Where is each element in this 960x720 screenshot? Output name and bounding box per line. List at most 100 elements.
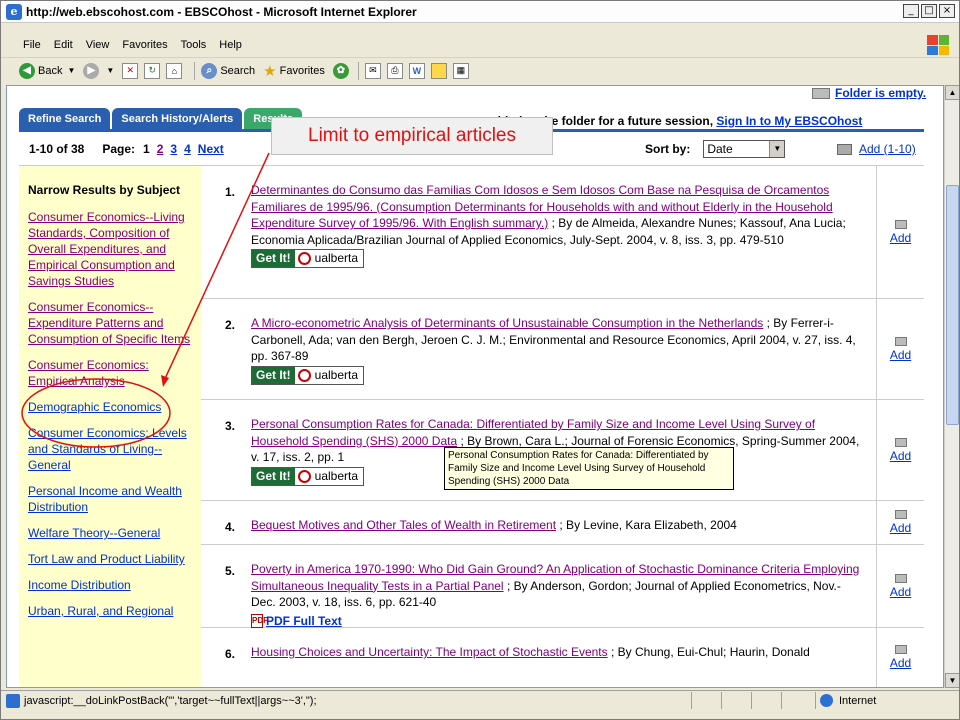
subject-link[interactable]: Tort Law and Product Liability [28, 551, 192, 567]
search-button[interactable]: ⌕ Search [201, 62, 255, 79]
folder-icon[interactable] [430, 62, 447, 79]
result-title-link[interactable]: Bequest Motives and Other Tales of Wealt… [251, 518, 556, 532]
add-to-folder-link[interactable]: Add [890, 585, 911, 599]
favorites-button[interactable]: ★ Favorites [263, 62, 325, 80]
get-it-label: Get It! [252, 250, 295, 267]
results-list: 1. Determinantes do Consumo das Familias … [201, 166, 924, 687]
result-range: 1-10 of 38 [29, 141, 85, 156]
next-page-link[interactable]: Next [198, 142, 224, 156]
back-label: Back [38, 64, 63, 77]
result-body: Bequest Motives and Other Tales of Wealt… [251, 501, 876, 544]
back-dropdown-icon[interactable]: ▼ [67, 66, 75, 75]
add-column: Add [876, 299, 924, 399]
page-1: 1 [143, 141, 150, 156]
scroll-up-icon[interactable]: ▲ [945, 85, 959, 100]
get-it-button[interactable]: Get It! ualberta [251, 249, 365, 268]
folder-icon [894, 336, 907, 346]
page-3-link[interactable]: 3 [170, 142, 177, 156]
add-to-folder-link[interactable]: Add [890, 521, 911, 535]
result-body: A Micro-econometric Analysis of Determin… [251, 299, 876, 399]
refresh-icon[interactable]: ↻ [144, 62, 161, 79]
menu-tools[interactable]: Tools [181, 39, 207, 51]
folder-icon [837, 143, 852, 155]
menu-file[interactable]: File [23, 39, 41, 51]
sort-select[interactable]: Date ▼ [703, 140, 786, 158]
result-body: Housing Choices and Uncertainty: The Imp… [251, 628, 876, 687]
result-row: 4. Bequest Motives and Other Tales of Wea… [201, 501, 924, 545]
subject-link[interactable]: Personal Income and Wealth Distribution [28, 483, 192, 515]
get-it-button[interactable]: Get It! ualberta [251, 466, 365, 486]
vertical-scrollbar[interactable]: ▲ ▼ [944, 85, 959, 688]
result-number: 3. [225, 419, 236, 433]
tab-search-history[interactable]: Search History/Alerts [112, 108, 243, 130]
back-button[interactable]: ◀ Back ▼ [19, 62, 75, 79]
scroll-down-icon[interactable]: ▼ [945, 673, 959, 688]
subject-link[interactable]: Welfare Theory--General [28, 525, 192, 541]
subject-link[interactable]: Consumer Economics: Empirical Analysis [28, 357, 192, 389]
chevron-down-icon[interactable]: ▼ [769, 141, 785, 157]
tab-refine-search[interactable]: Refine Search [19, 108, 111, 130]
ualberta-label: ualberta [294, 467, 364, 485]
browser-window: e http://web.ebscohost.com - EBSCOhost -… [0, 0, 960, 720]
stop-icon[interactable]: ✕ [122, 62, 139, 79]
status-text: javascript:__doLinkPostBack("','target~~… [24, 694, 317, 707]
folder-empty-link[interactable]: Folder is empty. [835, 86, 926, 100]
get-it-label: Get It! [252, 467, 295, 485]
page-label: Page: [102, 141, 136, 156]
page-viewport: Folder is empty. Refine Search Search Hi… [6, 85, 944, 688]
sign-in-link[interactable]: Sign In to My EBSCOhost [716, 114, 862, 128]
back-arrow-icon: ◀ [19, 62, 35, 79]
menu-help[interactable]: Help [219, 39, 242, 51]
sort-value: Date [707, 142, 733, 156]
edit-word-icon[interactable]: W [408, 62, 425, 79]
menu-favorites[interactable]: Favorites [122, 39, 167, 51]
sort-control: Sort by: Date ▼ [645, 140, 786, 158]
add-to-folder-link[interactable]: Add [890, 656, 911, 670]
subject-link[interactable]: Demographic Economics [28, 399, 192, 415]
sidebar-heading: Narrow Results by Subject [28, 183, 181, 197]
scrollbar-thumb[interactable] [946, 185, 959, 425]
menu-bar: File Edit View Favorites Tools Help [1, 34, 959, 56]
pdf-full-text[interactable]: PDF PDF Full Text [251, 613, 864, 630]
menu-view[interactable]: View [86, 39, 110, 51]
add-to-folder-link[interactable]: Add [890, 231, 911, 245]
search-icon: ⌕ [201, 62, 218, 79]
add-to-folder-link[interactable]: Add [890, 449, 911, 463]
pdf-full-text-link[interactable]: PDF Full Text [266, 613, 342, 630]
forward-button[interactable]: ▶ ▼ [83, 62, 114, 79]
page-2-link[interactable]: 2 [157, 142, 164, 156]
subject-link[interactable]: Consumer Economics--Expenditure Patterns… [28, 299, 192, 347]
result-citation: ; By Chung, Eui-Chul; Haurin, Donald [610, 645, 810, 659]
menu-edit[interactable]: Edit [54, 39, 73, 51]
subject-link[interactable]: Income Distribution [28, 577, 192, 593]
add-column: Add [876, 628, 924, 687]
result-title-link[interactable]: A Micro-econometric Analysis of Determin… [251, 316, 763, 330]
windows-logo-icon [927, 35, 949, 55]
ualberta-logo-icon [297, 469, 311, 483]
status-bar: javascript:__doLinkPostBack("','target~~… [1, 690, 959, 710]
maximize-button[interactable]: □ [921, 4, 937, 18]
home-icon[interactable]: ⌂ [166, 62, 183, 79]
result-title-link[interactable]: Housing Choices and Uncertainty: The Imp… [251, 645, 608, 659]
research-icon[interactable]: ▦ [452, 62, 469, 79]
minimize-button[interactable]: _ [903, 4, 919, 18]
add-to-folder-link[interactable]: Add [890, 348, 911, 362]
page-4-link[interactable]: 4 [184, 142, 191, 156]
media-icon[interactable]: ✿ [332, 62, 349, 79]
add-column: Add [876, 166, 924, 298]
get-it-button[interactable]: Get It! ualberta [251, 365, 365, 385]
status-separator [781, 692, 782, 709]
ie-icon: e [6, 3, 22, 20]
subject-link[interactable]: Consumer Economics: Levels and Standards… [28, 425, 192, 473]
result-number: 4. [225, 520, 236, 534]
mail-icon[interactable]: ✉ [364, 62, 381, 79]
close-button[interactable]: × [939, 4, 955, 18]
subject-link[interactable]: Urban, Rural, and Regional [28, 603, 192, 619]
subject-link[interactable]: Consumer Economics--Living Standards, Co… [28, 209, 192, 289]
add-range-link[interactable]: Add (1-10) [859, 142, 916, 156]
print-icon[interactable]: ⎙ [386, 62, 403, 79]
forward-dropdown-icon[interactable]: ▼ [106, 66, 114, 75]
pdf-icon: PDF [251, 613, 268, 628]
add-column: Add [876, 501, 924, 544]
add-column: Add [876, 545, 924, 627]
